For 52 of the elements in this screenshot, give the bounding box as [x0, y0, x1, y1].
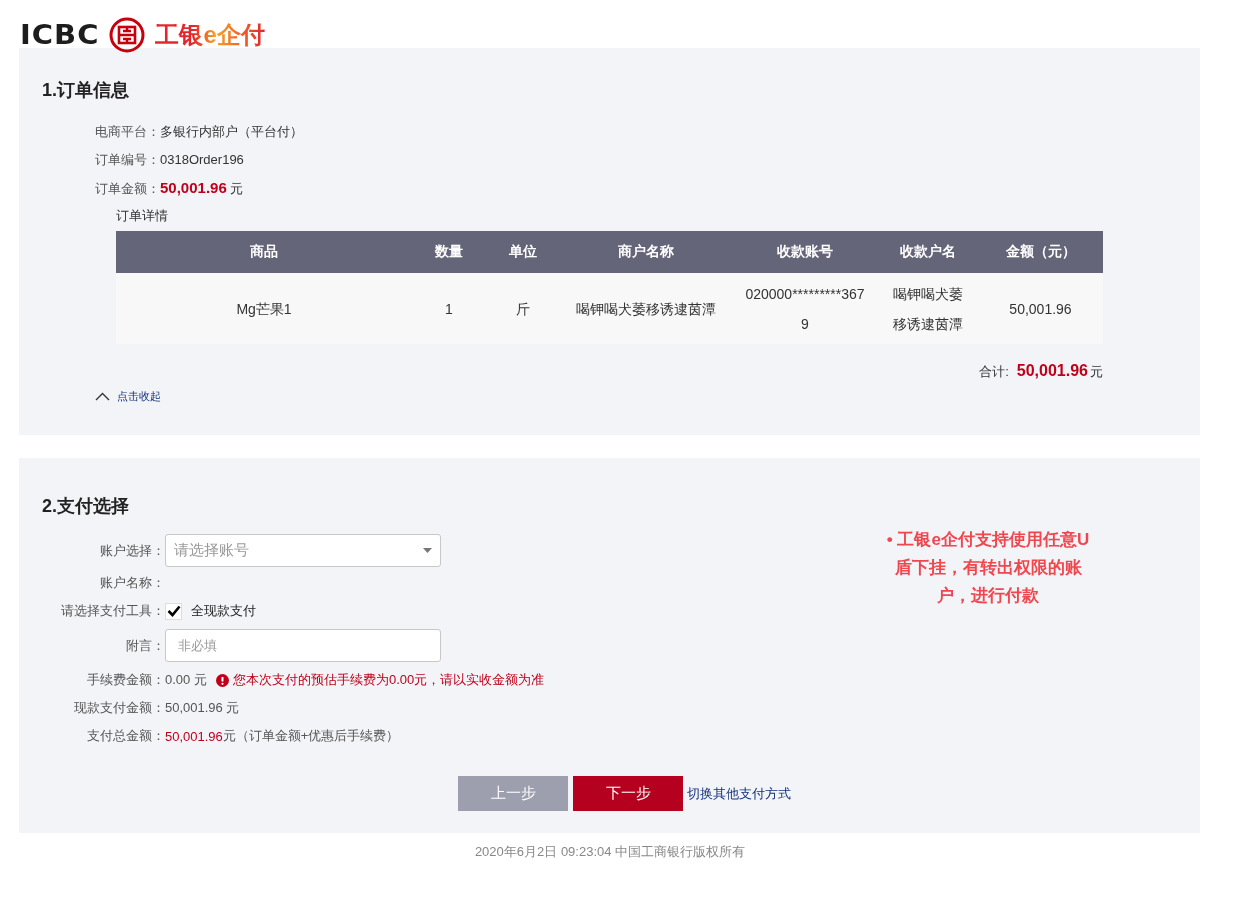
- field-label: 现款支付金额：: [73, 699, 165, 717]
- checkbox-label: 全现款支付: [191, 602, 256, 620]
- section-title: 2.支付选择: [42, 495, 130, 518]
- payment-notice: • 工银e企付支持使用任意U盾下挂，有转出权限的账户，进行付款: [885, 529, 1091, 607]
- field-label: 电商平台：: [95, 124, 160, 139]
- column-header: 金额（元）: [978, 231, 1103, 273]
- dropdown-caret-icon: [423, 548, 432, 553]
- field-label: 手续费金额：: [86, 671, 165, 689]
- table-cell: 喝钾喝犬萎移诱逮茵潭: [878, 273, 978, 344]
- field-value: 多银行内部户（平台付）: [160, 124, 303, 139]
- message-input-field[interactable]: 非必填: [165, 629, 441, 662]
- field-label: 支付总金额：: [86, 727, 165, 745]
- field-label: 账户名称：: [99, 574, 165, 592]
- column-header: 单位: [486, 231, 560, 273]
- table-cell: 1: [412, 273, 486, 344]
- total-label: 合计:: [979, 364, 1009, 379]
- collapse-link[interactable]: 点击收起: [117, 389, 161, 404]
- field-label: 请选择支付工具：: [60, 602, 165, 620]
- brand-logo-text: ICBC: [20, 19, 100, 51]
- field-label: 附言：: [125, 636, 165, 655]
- order-amount: 50,001.96: [160, 179, 227, 196]
- field-value: 0.00 元: [165, 671, 207, 689]
- total-amount: 50,001.96: [1016, 362, 1088, 379]
- table-cell: 50,001.96: [978, 273, 1103, 344]
- copyright-text: 2020年6月2日 09:23:04 中国工商银行版权所有: [474, 844, 746, 859]
- checkbox[interactable]: [165, 602, 182, 620]
- section-title: 1.订单信息: [42, 79, 130, 102]
- total-note: 元（订单金额+优惠后手续费）: [222, 727, 400, 745]
- column-header: 数量: [412, 231, 486, 273]
- column-header: 商品: [116, 231, 412, 273]
- column-header: 收款户名: [878, 231, 978, 273]
- field-value: 50,001.96 元: [165, 699, 240, 717]
- field-label: 订单金额：: [95, 181, 160, 196]
- field-label: 订单编号：: [95, 152, 160, 167]
- currency-unit: 元: [1090, 364, 1103, 379]
- total-amount: 50,001.96: [165, 728, 223, 744]
- field-label: 账户选择：: [99, 541, 165, 560]
- table-cell: 喝钾喝犬萎移诱逮茵潭: [560, 273, 732, 344]
- details-label: 订单详情: [116, 207, 169, 225]
- chevron-up-icon: [95, 392, 110, 401]
- next-step-button[interactable]: 下一步: [573, 776, 683, 811]
- table-cell: 020000*********3679: [732, 273, 878, 344]
- field-value: 0318Order196: [160, 152, 244, 167]
- currency-unit: 元: [229, 181, 244, 196]
- column-header: 商户名称: [560, 231, 732, 273]
- switch-payment-link[interactable]: 切换其他支付方式: [687, 784, 791, 803]
- table-cell: 斤: [486, 273, 560, 344]
- table-cell: Mg芒果1: [116, 273, 412, 344]
- column-header: 收款账号: [732, 231, 878, 273]
- fee-notice: 您本次支付的预估手续费为0.00元，请以实收金额为准: [232, 671, 545, 689]
- bank-emblem-icon: [109, 17, 146, 53]
- alert-icon: [215, 673, 229, 687]
